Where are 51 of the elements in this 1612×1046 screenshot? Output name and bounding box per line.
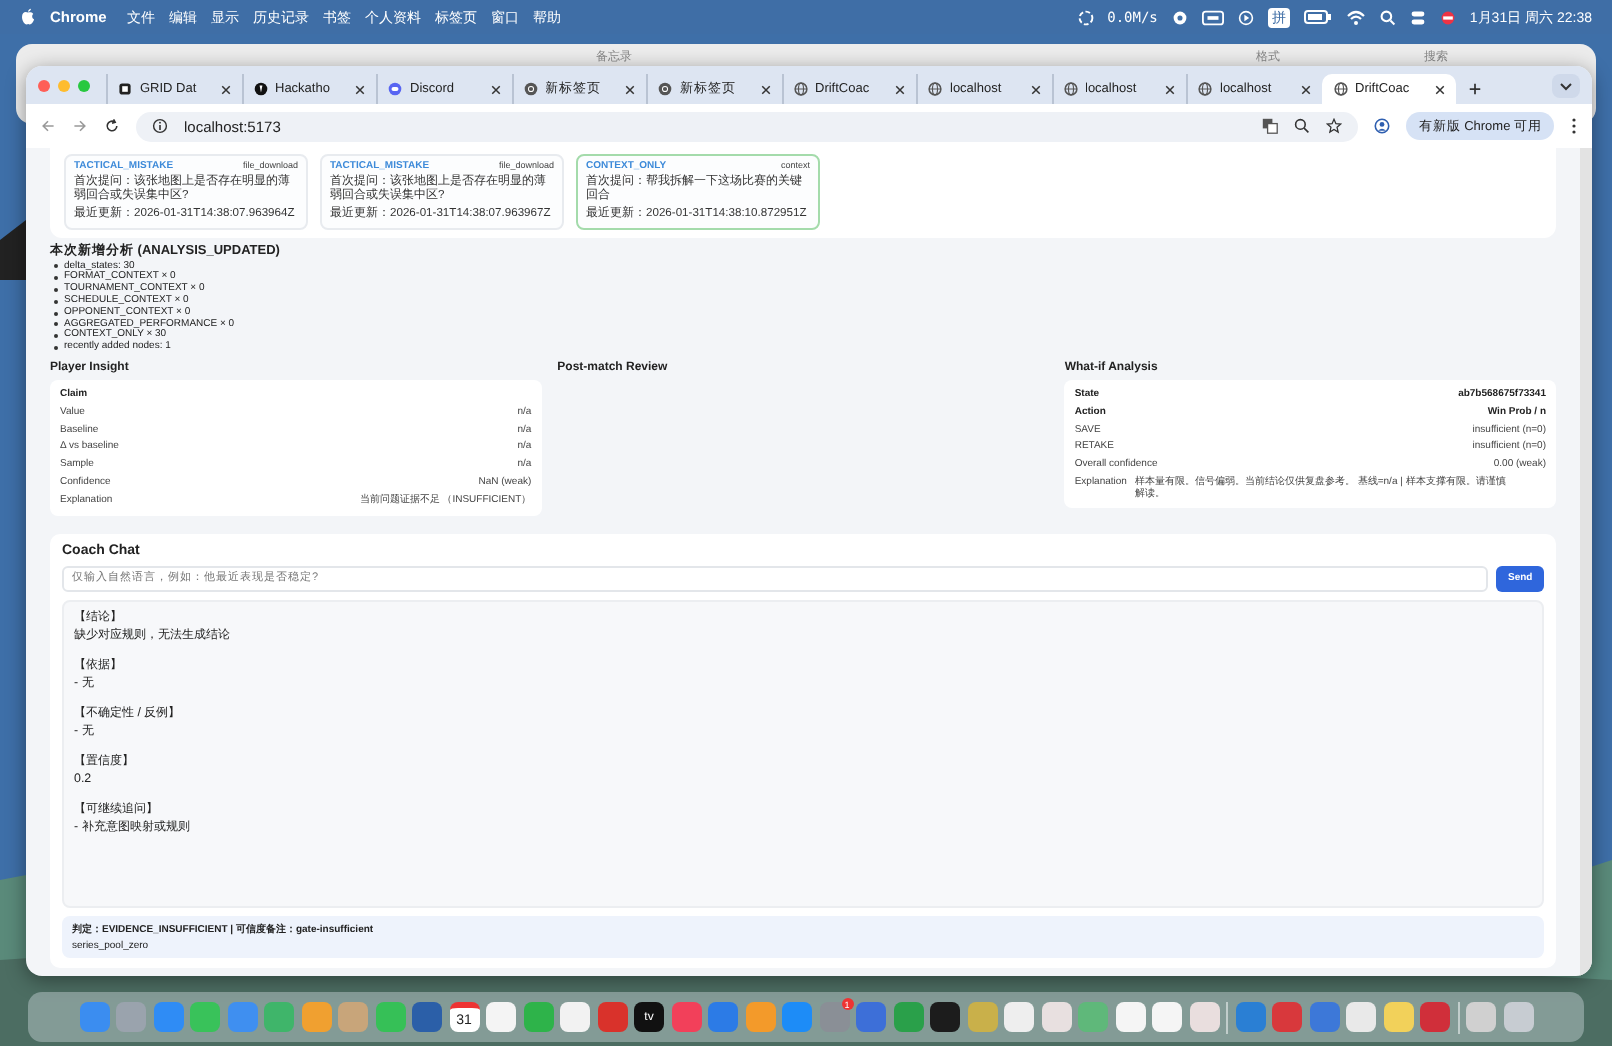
minimize-button[interactable] [58,79,70,91]
close-icon[interactable] [489,83,501,95]
gear-icon[interactable] [1171,9,1188,25]
zoom-icon[interactable] [1294,118,1311,134]
flag-icon[interactable] [1439,9,1456,25]
back-arrow-icon[interactable] [40,118,56,134]
battery-icon[interactable] [1303,10,1332,24]
zoom-button[interactable] [78,79,90,91]
close-icon[interactable] [894,83,906,95]
speed-icon[interactable] [1077,9,1094,25]
app-icon[interactable] [930,1002,960,1032]
info-icon[interactable] [152,118,168,134]
app-icon[interactable] [560,1002,590,1032]
discord-icon [388,82,402,96]
scrollbar[interactable] [1580,148,1592,976]
new-tab-icon[interactable] [1468,82,1482,96]
toggles-icon[interactable] [1409,9,1426,25]
globe-icon [1198,82,1212,96]
forward-arrow-icon[interactable] [72,118,88,134]
app-icon[interactable] [1004,1002,1034,1032]
star-icon[interactable] [1326,118,1343,134]
search-icon[interactable] [1379,9,1396,25]
close-icon[interactable] [1164,83,1176,95]
reload-icon[interactable] [104,118,120,134]
app-icon[interactable] [486,1002,516,1032]
wifi-icon[interactable] [1345,9,1366,25]
dark-circle-icon [253,82,267,96]
globe-icon [793,82,807,96]
translate-icon[interactable] [1262,118,1279,134]
apple-icon[interactable] [20,8,36,26]
close-icon[interactable] [1434,83,1446,95]
app-icon[interactable] [1152,1002,1182,1032]
close-icon[interactable] [759,83,771,95]
close-icon[interactable] [1299,83,1311,95]
keyboard-icon[interactable] [1201,9,1224,25]
close-icon[interactable] [1029,83,1041,95]
globe-icon [1063,82,1077,96]
globe-icon [1333,82,1347,96]
close-icon[interactable] [354,83,366,95]
profile-icon[interactable] [1374,118,1391,134]
close-window-button[interactable] [38,79,50,91]
app-icon[interactable] [1115,1002,1145,1032]
close-icon[interactable] [624,83,636,95]
close-icon[interactable] [219,83,231,95]
chrome-icon [658,82,672,96]
chevron-down-icon[interactable] [1552,73,1580,97]
play-icon[interactable] [1237,9,1254,25]
more-menu-icon[interactable] [1570,116,1578,136]
chrome-icon [523,82,537,96]
grid-logo-icon [118,82,132,96]
globe-icon [928,82,942,96]
